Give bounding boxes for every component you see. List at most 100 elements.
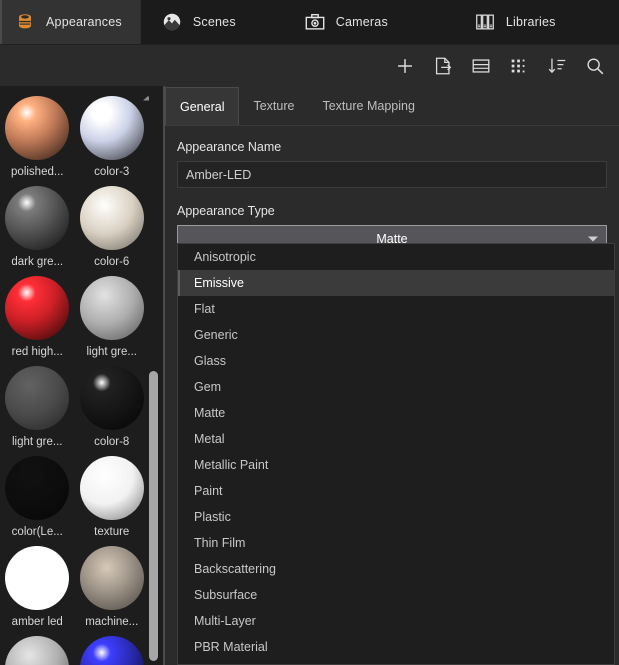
appearance-thumbnail-label: light gre...	[12, 436, 63, 448]
appearance-sphere-preview	[79, 276, 144, 340]
search-button[interactable]	[583, 54, 607, 78]
appearance-thumbnail-item[interactable]: machine...	[75, 546, 150, 628]
dropdown-option[interactable]: Matte	[178, 400, 614, 426]
appearance-sphere-preview	[5, 96, 70, 160]
dropdown-option[interactable]: Emissive	[178, 270, 614, 296]
dropdown-option[interactable]: Flat	[178, 296, 614, 322]
appearance-thumbnail-item[interactable]: amber led	[0, 546, 75, 628]
appearance-thumbnail-label: dark gre...	[11, 256, 64, 268]
app-tab-group: Scenes Cameras Libraries	[139, 0, 619, 44]
appearance-thumbnail-label: color-8	[94, 436, 130, 448]
appearance-thumbnail-item[interactable]: polished...	[0, 96, 75, 178]
dropdown-option[interactable]: Gem	[178, 374, 614, 400]
appearance-thumbnail-label: color(Le...	[11, 526, 63, 538]
appearance-sphere-preview	[5, 546, 70, 610]
app-tab-scenes[interactable]: Scenes	[141, 0, 254, 44]
tab-texture-mapping[interactable]: Texture Mapping	[308, 87, 428, 125]
appearance-thumbnail-label: color-3	[94, 166, 130, 178]
dropdown-option[interactable]: Plastic	[178, 504, 614, 530]
plus-icon	[394, 55, 416, 77]
appearance-sphere-preview	[5, 456, 70, 520]
dropdown-option[interactable]: Multi-Layer	[178, 608, 614, 634]
browser-scrollbar-thumb[interactable]	[149, 371, 158, 661]
list-view-button[interactable]	[469, 54, 493, 78]
details-tab-bar: General Texture Texture Mapping	[165, 86, 619, 126]
tab-texture[interactable]: Texture	[239, 87, 308, 125]
dropdown-option[interactable]: Anisotropic	[178, 244, 614, 270]
appearance-thumbnail-item[interactable]: color(Le...	[0, 456, 75, 538]
tab-label: General	[180, 100, 225, 114]
dropdown-option[interactable]: Paint	[178, 478, 614, 504]
dropdown-option[interactable]: Generic	[178, 322, 614, 348]
appearance-thumbnail-item[interactable]	[75, 636, 150, 665]
appearance-sphere-preview	[5, 366, 70, 430]
dropdown-option[interactable]: Metallic Paint	[178, 452, 614, 478]
dropdown-option[interactable]: Subsurface	[178, 582, 614, 608]
appearance-sphere-preview	[5, 636, 70, 665]
tab-label: Texture	[253, 99, 295, 113]
app-tab-label: Cameras	[335, 15, 388, 29]
search-icon	[584, 55, 606, 77]
appearance-sphere-preview	[79, 96, 144, 160]
appearance-sphere-preview	[79, 636, 144, 665]
form-spacer	[177, 188, 607, 204]
appearance-thumbnail-label: red high...	[11, 346, 63, 358]
appearance-thumbnail-label: amber led	[11, 616, 63, 628]
dropdown-option[interactable]: Thin Film	[178, 530, 614, 556]
appearance-thumbnail-grid: polished... color-3 dark gre... color-6 red …	[0, 96, 149, 665]
appearance-thumbnail-label: light gre...	[86, 346, 138, 358]
appearance-thumbnail-label: color-6	[94, 256, 130, 268]
scenes-image-icon	[161, 11, 183, 33]
appearance-thumbnail-item[interactable]: dark gre...	[0, 186, 75, 268]
dropdown-option[interactable]: PBR Material	[178, 634, 614, 660]
appearance-thumbnail-item[interactable]: light gre...	[0, 366, 75, 448]
browser-scrollbar[interactable]	[149, 86, 161, 665]
list-view-icon	[470, 55, 492, 77]
appearance-sphere-preview	[79, 186, 144, 250]
appearance-thumbnail-item[interactable]: color-8	[75, 366, 150, 448]
appearance-thumbnail-item[interactable]: light gre...	[75, 276, 150, 358]
appearance-details-panel: General Texture Texture Mapping Appearan…	[165, 86, 619, 665]
add-new-appearance-button[interactable]	[393, 54, 417, 78]
appearance-thumbnail-label: machine...	[85, 616, 139, 628]
appearance-thumbnail-item[interactable]: red high...	[0, 276, 75, 358]
app-tab-libraries[interactable]: Libraries	[406, 0, 574, 44]
general-form: Appearance Name Appearance Type Matte	[165, 126, 619, 252]
app-tab-appearances[interactable]: Appearances	[0, 0, 140, 44]
chevron-down-icon	[588, 236, 598, 241]
appearance-manager-window: Appearances Scenes Cameras Libraries pol…	[0, 0, 619, 665]
appearance-toolbar	[0, 44, 619, 86]
appearance-name-label: Appearance Name	[177, 140, 282, 154]
appearance-thumbnail-item[interactable]	[0, 636, 75, 665]
file-export-icon	[432, 55, 454, 77]
export-appearance-button[interactable]	[431, 54, 455, 78]
appearance-sphere-preview	[79, 546, 144, 610]
dropdown-option[interactable]: Metal	[178, 426, 614, 452]
dropdown-option[interactable]: Glass	[178, 348, 614, 374]
appearance-type-dropdown-list[interactable]: Anisotropic Emissive Flat Generic Glass Gem Ma…	[177, 243, 615, 665]
tab-general[interactable]: General	[165, 87, 240, 125]
tab-label: Texture Mapping	[322, 99, 415, 113]
appearance-sphere-preview	[5, 186, 70, 250]
appearance-thumbnail-item[interactable]: color-3	[75, 96, 150, 178]
appearance-name-input[interactable]	[177, 161, 607, 188]
camera-icon	[304, 11, 326, 33]
appearance-thumbnail-label: texture	[94, 526, 130, 538]
appearance-thumbnail-item[interactable]: texture	[75, 456, 150, 538]
grid-view-button[interactable]	[507, 54, 531, 78]
appearance-thumbnail-label: polished...	[11, 166, 64, 178]
libraries-books-icon	[474, 11, 496, 33]
app-tab-label: Libraries	[505, 15, 556, 29]
appearances-cylinder-icon	[14, 11, 36, 33]
app-tab-cameras[interactable]: Cameras	[254, 0, 406, 44]
sort-descending-icon	[546, 55, 568, 77]
appearance-sphere-preview	[79, 456, 144, 520]
appearance-thumbnail-item[interactable]: color-6	[75, 186, 150, 268]
appearance-browser-panel[interactable]: polished... color-3 dark gre... color-6 red …	[0, 86, 163, 665]
app-tab-bar: Appearances Scenes Cameras Libraries	[0, 0, 619, 44]
sort-button[interactable]	[545, 54, 569, 78]
appearance-sphere-preview	[79, 366, 144, 430]
app-tab-label: Appearances	[46, 15, 122, 29]
dropdown-option[interactable]: Backscattering	[178, 556, 614, 582]
appearance-sphere-preview	[5, 276, 70, 340]
